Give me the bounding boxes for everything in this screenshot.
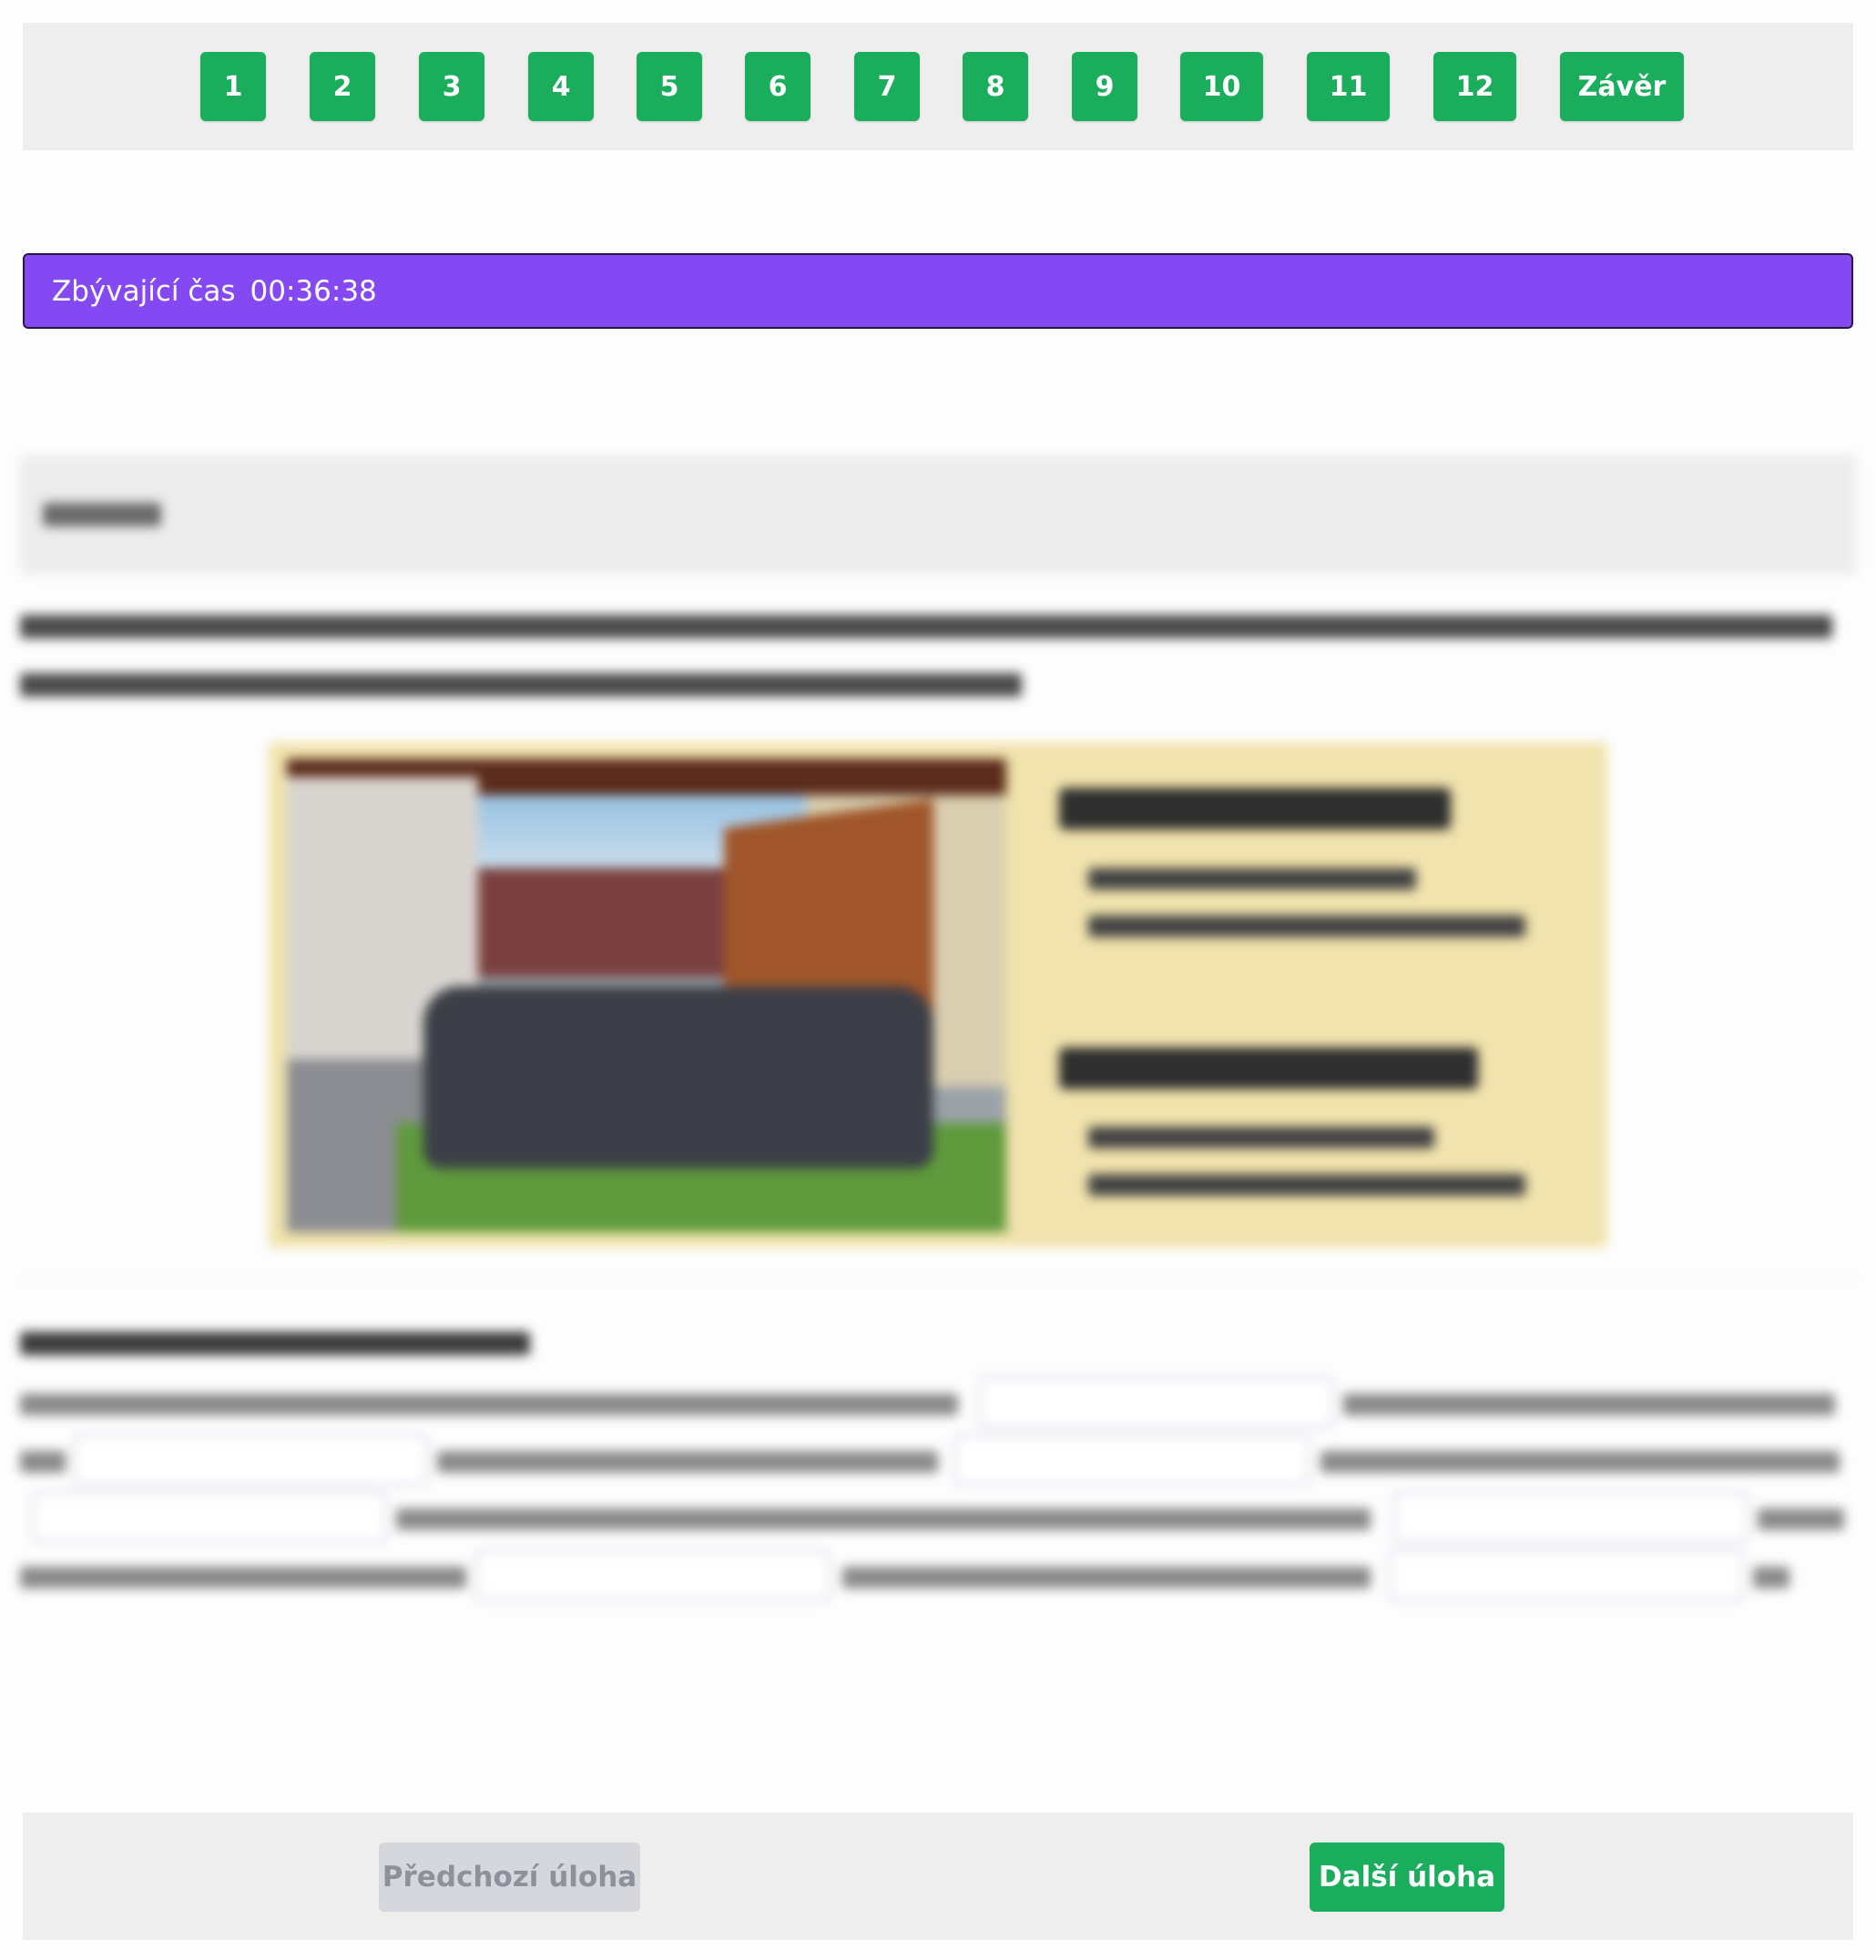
task-footer-bar: Předchozí úloha Další úloha <box>23 1812 1853 1940</box>
blurred-task-content <box>0 0 1876 1960</box>
previous-task-button[interactable]: Předchozí úloha <box>379 1843 640 1912</box>
fill-text-line-2a <box>20 1451 66 1473</box>
answer-field-7[interactable] <box>1389 1550 1744 1601</box>
fill-text-line-2c <box>1320 1451 1840 1473</box>
answer-field-2[interactable] <box>73 1434 428 1485</box>
fill-text-line-1a <box>20 1393 958 1415</box>
fill-text-line-3b <box>1758 1508 1844 1530</box>
next-task-button[interactable]: Další úloha <box>1310 1843 1504 1912</box>
rental-1-heading <box>1059 788 1451 830</box>
fill-text-line-4c <box>1753 1567 1789 1588</box>
answer-field-6[interactable] <box>475 1550 831 1601</box>
task-figure <box>269 742 1607 1248</box>
answer-field-1[interactable] <box>979 1377 1334 1428</box>
answer-field-3[interactable] <box>954 1434 1310 1485</box>
answer-field-5[interactable] <box>1393 1492 1749 1543</box>
bike-rental-photo <box>287 759 1006 1232</box>
instruction-text <box>20 1332 530 1355</box>
fill-text-line-1b <box>1343 1393 1835 1415</box>
rental-2-line-1 <box>1088 1127 1434 1148</box>
rental-2-heading <box>1059 1047 1478 1089</box>
task-header <box>20 455 1856 574</box>
rental-2-line-2 <box>1088 1174 1525 1196</box>
rental-1-line-1 <box>1088 868 1416 890</box>
rental-1-line-2 <box>1088 915 1525 937</box>
fill-text-line-2b <box>437 1451 938 1473</box>
fill-text-line-3a <box>396 1508 1371 1530</box>
answer-field-4[interactable] <box>32 1492 387 1543</box>
content-divider <box>20 1280 1856 1281</box>
task-intro-text <box>20 597 1841 697</box>
fill-text-line-4b <box>842 1567 1371 1588</box>
fill-text-line-4a <box>20 1567 466 1588</box>
